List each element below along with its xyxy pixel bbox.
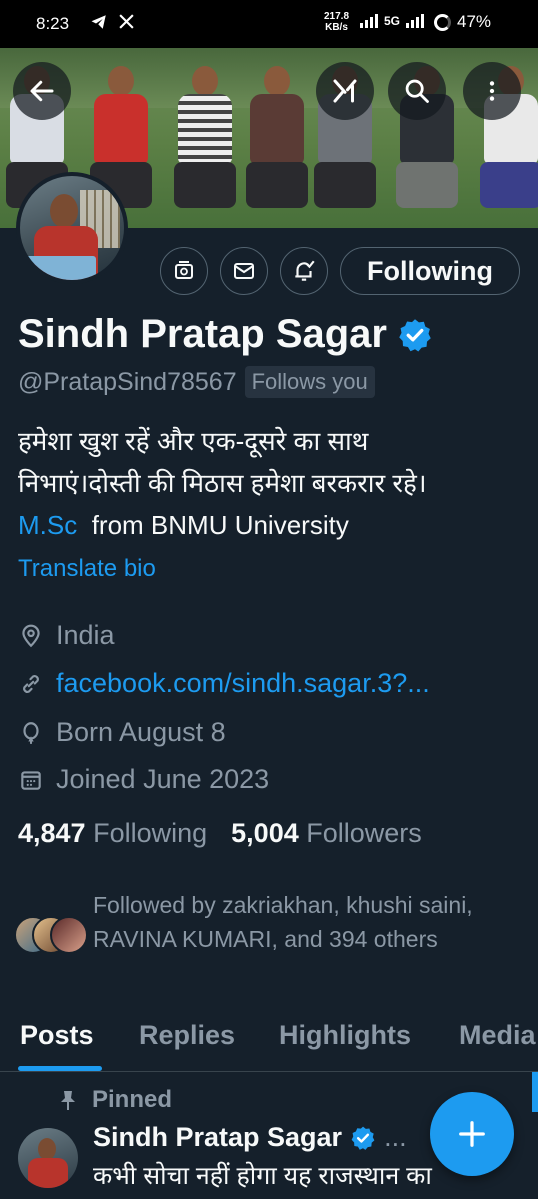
banner-person — [170, 66, 240, 216]
location-pin-icon — [22, 624, 40, 647]
search-icon — [405, 79, 429, 103]
signal-indicators: 5G — [360, 14, 425, 28]
follow-counts: 4,847 Following 5,004 Followers — [18, 818, 422, 849]
network-speed-unit: KB/s — [325, 22, 348, 33]
back-arrow-icon — [30, 80, 54, 102]
post-author-name[interactable]: Sindh Pratap Sagar — [93, 1122, 342, 1153]
website-row: facebook.com/sindh.sagar.3?... — [18, 668, 430, 699]
signal-bars-icon — [360, 14, 378, 28]
post-text[interactable]: कभी सोचा नहीं होगा यह राजस्थान का — [93, 1158, 473, 1192]
bell-check-icon — [295, 260, 315, 281]
network-speed: 217.8 KB/s — [324, 11, 349, 33]
followers-you-know-avatars — [14, 916, 94, 954]
plus-icon — [459, 1121, 485, 1147]
profile-name: Sindh Pratap Sagar — [18, 312, 433, 357]
bio-line: निभाएं।दोस्ती की मिठास हमेशा बरकरार रहे। — [18, 468, 427, 498]
tab-media[interactable]: Media — [459, 1020, 536, 1051]
signal-bars-icon — [406, 14, 425, 28]
subscribe-button[interactable] — [160, 247, 208, 295]
following-count: 4,847 — [18, 818, 86, 848]
battery-ring-icon — [434, 13, 451, 31]
post-header: Sindh Pratap Sagar ... — [93, 1122, 407, 1153]
grok-button[interactable] — [316, 62, 374, 120]
verified-badge-icon[interactable] — [397, 317, 433, 353]
translate-bio-link[interactable]: Translate bio — [18, 555, 156, 583]
profile-handle: @PratapSind78567 — [18, 367, 237, 396]
active-tab-indicator — [18, 1066, 102, 1071]
more-vertical-icon — [489, 81, 495, 101]
battery-level: 47% — [457, 12, 492, 31]
banner-person — [242, 66, 312, 216]
avatar — [50, 916, 88, 954]
subscriptions-icon — [175, 261, 193, 279]
profile-tabs: Posts Replies Highlights Media — [0, 1010, 538, 1072]
x-logo-icon — [119, 14, 134, 29]
telegram-icon — [91, 15, 106, 29]
profile-name-text: Sindh Pratap Sagar — [18, 312, 387, 356]
location-text: India — [56, 620, 115, 650]
grok-icon — [333, 79, 357, 103]
post-author-avatar[interactable] — [18, 1128, 78, 1188]
tab-highlights[interactable]: Highlights — [279, 1020, 411, 1051]
location-row: India — [18, 620, 115, 651]
bio-line: हमेशा खुश रहें और एक-दूसरे का साथ — [18, 426, 369, 456]
following-button[interactable]: Following — [340, 247, 520, 295]
pinned-text: Pinned — [92, 1086, 173, 1113]
joined-text: Joined June 2023 — [56, 764, 270, 794]
joined-row: Joined June 2023 — [18, 764, 269, 795]
handle-row: @PratapSind78567 Follows you — [18, 366, 375, 398]
message-button[interactable] — [220, 247, 268, 295]
back-button[interactable] — [13, 62, 71, 120]
bio-text: from BNMU University — [91, 510, 349, 540]
verified-badge-icon — [351, 1126, 375, 1150]
bio-link[interactable]: M.Sc — [18, 510, 77, 540]
birthday-row: Born August 8 — [18, 717, 226, 748]
followers-count-label: Followers — [306, 818, 422, 848]
profile-bio: हमेशा खुश रहें और एक-दूसरे का साथ निभाएं… — [18, 420, 518, 546]
notifications-button[interactable] — [280, 247, 328, 295]
tab-posts[interactable]: Posts — [20, 1020, 94, 1051]
link-icon — [23, 674, 39, 693]
tab-replies[interactable]: Replies — [139, 1020, 235, 1051]
compose-post-button[interactable] — [430, 1092, 514, 1176]
birthday-text: Born August 8 — [56, 717, 226, 747]
bio-line: M.Sc from BNMU University — [18, 504, 518, 546]
battery-indicator: 47% — [434, 12, 491, 32]
more-options-button[interactable] — [463, 62, 521, 120]
notification-icons — [90, 13, 135, 31]
balloon-icon — [23, 721, 39, 744]
following-count-link[interactable]: 4,847 Following — [18, 818, 207, 849]
calendar-icon — [21, 770, 41, 790]
pin-icon — [61, 1091, 75, 1110]
status-bar: 8:23 217.8 KB/s 5G 47% — [0, 0, 538, 48]
network-speed-value: 217.8 — [324, 11, 350, 22]
search-button[interactable] — [388, 62, 446, 120]
followed-by-text: Followed by zakriakhan, khushi saini, RA… — [93, 892, 473, 952]
followed-by-section[interactable]: Followed by zakriakhan, khushi saini, RA… — [14, 888, 524, 988]
followers-count: 5,004 — [231, 818, 299, 848]
scroll-edge-indicator — [532, 1072, 538, 1112]
status-time: 8:23 — [36, 14, 70, 33]
follows-you-badge: Follows you — [244, 366, 375, 398]
following-count-label: Following — [93, 818, 208, 848]
network-type: 5G — [384, 14, 401, 28]
profile-avatar[interactable] — [16, 172, 128, 284]
website-link[interactable]: facebook.com/sindh.sagar.3?... — [56, 668, 430, 699]
pinned-label: Pinned — [58, 1086, 172, 1114]
post-more-indicator: ... — [384, 1122, 407, 1152]
followers-count-link[interactable]: 5,004 Followers — [231, 818, 422, 849]
envelope-icon — [234, 263, 254, 279]
